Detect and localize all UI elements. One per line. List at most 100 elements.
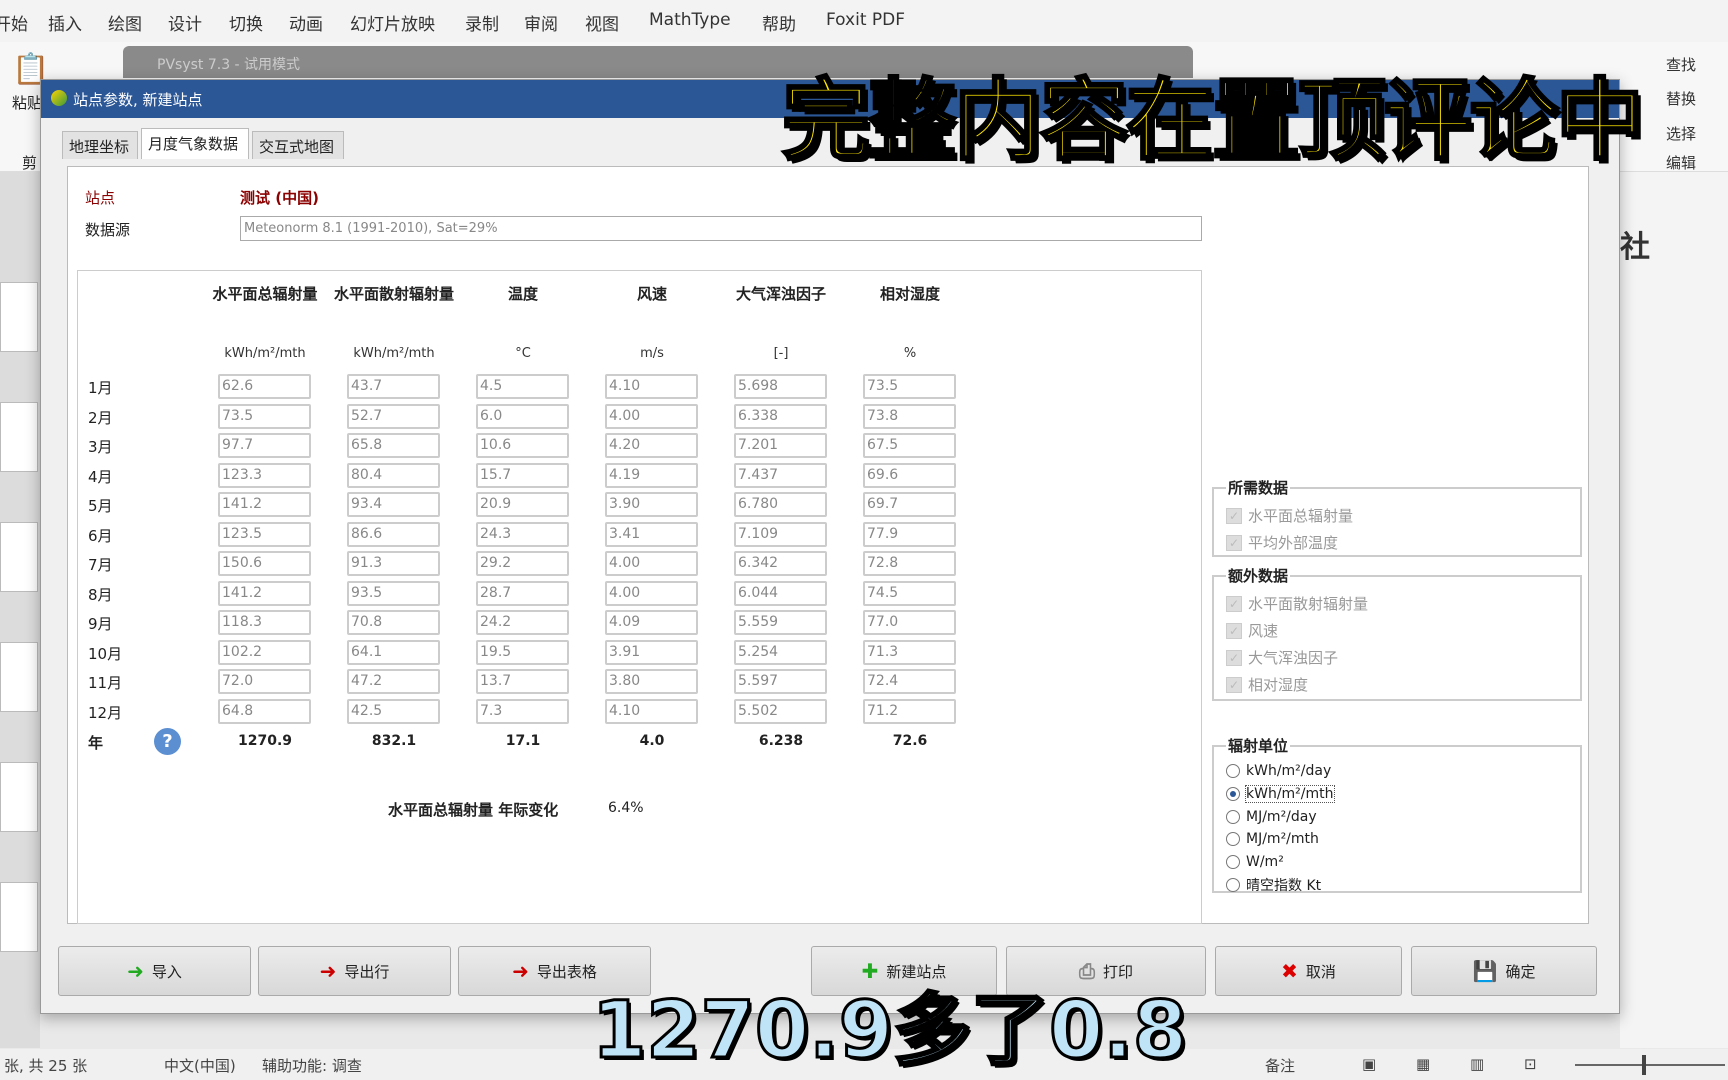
table-cell-input[interactable]: 64.1 (347, 639, 440, 665)
menu-item[interactable]: 审阅 (524, 10, 558, 35)
table-cell-input[interactable]: 5.597 (734, 669, 827, 694)
checkbox-item[interactable]: ✓ 水平面总辐射量 (1226, 502, 1568, 529)
radio-option[interactable]: W/m² (1226, 851, 1568, 874)
slide-thumbnail[interactable] (0, 522, 38, 592)
zoom-slider-handle[interactable] (1642, 1055, 1646, 1075)
menu-item[interactable]: 录制 (465, 10, 499, 35)
radio-button[interactable] (1226, 787, 1240, 802)
import-button[interactable]: ➜ 导入 (58, 946, 251, 996)
table-cell-input[interactable]: 118.3 (218, 610, 311, 635)
table-cell-input[interactable]: 93.5 (347, 580, 440, 606)
menu-item[interactable]: 幻灯片放映 (350, 10, 435, 35)
table-cell-input[interactable]: 77.0 (863, 610, 956, 635)
slide-thumbnail[interactable] (0, 402, 38, 472)
help-icon[interactable]: ? (154, 728, 181, 755)
tab-monthly-meteo[interactable]: 月度气象数据 (141, 128, 249, 159)
table-cell-input[interactable]: 7.201 (734, 433, 827, 458)
table-cell-input[interactable]: 102.2 (218, 639, 311, 665)
menu-item[interactable]: 视图 (585, 10, 619, 35)
table-cell-input[interactable]: 4.09 (605, 610, 698, 635)
table-cell-input[interactable]: 4.10 (605, 698, 698, 724)
checkbox-checked-icon[interactable]: ✓ (1226, 534, 1242, 551)
accessibility-status[interactable]: 辅助功能: 调查 (262, 1055, 362, 1076)
radio-option[interactable]: MJ/m²/mth (1226, 828, 1568, 851)
table-cell-input[interactable]: 141.2 (218, 492, 311, 517)
table-cell-input[interactable]: 123.3 (218, 462, 311, 488)
table-cell-input[interactable]: 7.109 (734, 521, 827, 547)
ok-button[interactable]: 💾 确定 (1411, 946, 1597, 996)
table-cell-input[interactable]: 19.5 (476, 639, 569, 665)
table-cell-input[interactable]: 15.7 (476, 462, 569, 488)
slide-thumbnails[interactable] (0, 172, 40, 1048)
export-row-button[interactable]: ➜ 导出行 (258, 946, 451, 996)
table-cell-input[interactable]: 77.9 (863, 521, 956, 547)
slide-thumbnail[interactable] (0, 282, 38, 352)
table-cell-input[interactable]: 86.6 (347, 521, 440, 547)
table-cell-input[interactable]: 123.5 (218, 521, 311, 547)
table-cell-input[interactable]: 13.7 (476, 669, 569, 694)
table-cell-input[interactable]: 6.044 (734, 580, 827, 606)
slide-thumbnail[interactable] (0, 882, 38, 952)
table-cell-input[interactable]: 6.342 (734, 551, 827, 576)
table-cell-input[interactable]: 62.6 (218, 374, 311, 399)
table-cell-input[interactable]: 71.2 (863, 698, 956, 724)
radio-option[interactable]: kWh/m²/day (1226, 760, 1568, 783)
table-cell-input[interactable]: 4.19 (605, 462, 698, 488)
table-cell-input[interactable]: 3.80 (605, 669, 698, 694)
table-cell-input[interactable]: 3.91 (605, 639, 698, 665)
table-cell-input[interactable]: 4.00 (605, 551, 698, 576)
menu-item[interactable]: 设计 (168, 10, 202, 35)
table-cell-input[interactable]: 74.5 (863, 580, 956, 606)
table-cell-input[interactable]: 67.5 (863, 433, 956, 458)
table-cell-input[interactable]: 24.3 (476, 521, 569, 547)
table-cell-input[interactable]: 20.9 (476, 492, 569, 517)
radio-button[interactable] (1226, 764, 1240, 779)
slide-thumbnail[interactable] (0, 762, 38, 832)
radio-option[interactable]: 晴空指数 Kt (1226, 873, 1568, 896)
checkbox-item[interactable]: ✓ 风速 (1226, 617, 1568, 644)
menu-item[interactable]: 动画 (289, 10, 323, 35)
table-cell-input[interactable]: 64.8 (218, 698, 311, 724)
menu-item[interactable]: 插入 (48, 10, 82, 35)
table-cell-input[interactable]: 73.5 (863, 374, 956, 399)
radio-button[interactable] (1226, 809, 1240, 824)
find-button[interactable]: 查找 (1666, 54, 1696, 75)
menu-item[interactable]: MathType (649, 10, 731, 30)
cancel-button[interactable]: ✖ 取消 (1215, 946, 1402, 996)
table-cell-input[interactable]: 47.2 (347, 669, 440, 694)
table-cell-input[interactable]: 5.698 (734, 374, 827, 399)
table-cell-input[interactable]: 42.5 (347, 698, 440, 724)
checkbox-checked-icon[interactable]: ✓ (1226, 595, 1242, 612)
table-cell-input[interactable]: 4.00 (605, 403, 698, 429)
table-cell-input[interactable]: 5.502 (734, 698, 827, 724)
notes-button[interactable]: 备注 (1265, 1055, 1295, 1076)
radio-option[interactable]: kWh/m²/mth (1226, 783, 1568, 806)
table-cell-input[interactable]: 70.8 (347, 610, 440, 635)
checkbox-checked-icon[interactable]: ✓ (1226, 507, 1242, 524)
checkbox-item[interactable]: ✓ 水平面散射辐射量 (1226, 590, 1568, 617)
table-cell-input[interactable]: 4.10 (605, 374, 698, 399)
table-cell-input[interactable]: 5.254 (734, 639, 827, 665)
menu-item[interactable]: 开始 (0, 10, 28, 35)
table-cell-input[interactable]: 71.3 (863, 639, 956, 665)
table-cell-input[interactable]: 93.4 (347, 492, 440, 517)
table-cell-input[interactable]: 52.7 (347, 403, 440, 429)
language-indicator[interactable]: 中文(中国) (164, 1055, 236, 1076)
checkbox-item[interactable]: ✓ 相对湿度 (1226, 671, 1568, 698)
table-cell-input[interactable]: 80.4 (347, 462, 440, 488)
table-cell-input[interactable]: 72.0 (218, 669, 311, 694)
table-cell-input[interactable]: 72.4 (863, 669, 956, 694)
table-cell-input[interactable]: 3.90 (605, 492, 698, 517)
menu-item[interactable]: 绘图 (108, 10, 142, 35)
table-cell-input[interactable]: 73.5 (218, 403, 311, 429)
table-cell-input[interactable]: 4.00 (605, 580, 698, 606)
table-cell-input[interactable]: 4.20 (605, 433, 698, 458)
radio-button[interactable] (1226, 832, 1240, 847)
select-button[interactable]: 选择 (1666, 123, 1696, 144)
normal-view-icon[interactable]: ▣ (1362, 1055, 1376, 1073)
menu-item[interactable]: 切换 (229, 10, 263, 35)
tab-interactive-map[interactable]: 交互式地图 (252, 131, 344, 159)
slideshow-icon[interactable]: ⊡ (1524, 1055, 1537, 1073)
table-cell-input[interactable]: 7.437 (734, 462, 827, 488)
radio-option[interactable]: MJ/m²/day (1226, 805, 1568, 828)
